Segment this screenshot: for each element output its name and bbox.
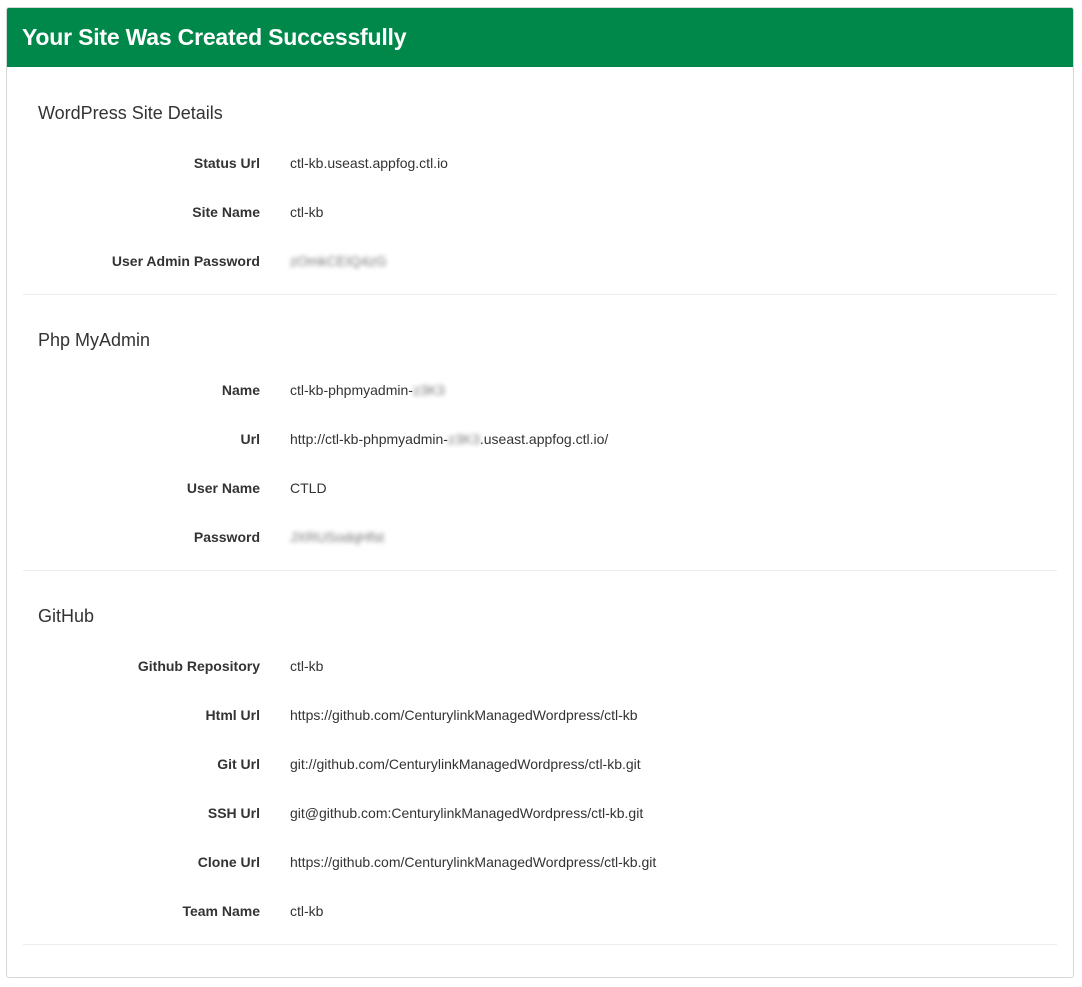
detail-label: Url [240, 430, 260, 447]
detail-row-user-name: User Name CTLD [23, 463, 1057, 512]
value-prefix: http://ctl-kb-phpmyadmin- [290, 430, 448, 447]
page-title: Your Site Was Created Successfully [22, 24, 407, 50]
detail-label: Status Url [193, 154, 260, 171]
detail-row-status-url: Status Url ctl-kb.useast.appfog.ctl.io [23, 138, 1057, 187]
detail-label: Clone Url [197, 853, 260, 870]
detail-row-password: Password JXRUSodqHfst [23, 512, 1057, 561]
value-prefix: ctl-kb-phpmyadmin- [290, 381, 413, 398]
clone-url-value: https://github.com/CenturylinkManagedWor… [290, 853, 657, 870]
detail-label: User Name [186, 479, 260, 496]
section-title: GitHub [38, 606, 95, 626]
phpmyadmin-section: Php MyAdmin Name ctl-kb-phpmyadmin-z3K3 … [23, 295, 1057, 571]
detail-row-ssh-url: SSH Url git@github.com:CenturylinkManage… [23, 788, 1057, 837]
detail-label: Name [221, 381, 260, 398]
github-repository-value: ctl-kb [290, 657, 324, 674]
phpmyadmin-url-value: http://ctl-kb-phpmyadmin-z3K3.useast.app… [290, 431, 608, 447]
ssh-url-value: git@github.com:CenturylinkManagedWordpre… [290, 804, 644, 821]
html-url-value: https://github.com/CenturylinkManagedWor… [290, 706, 638, 723]
value-suffix: .useast.appfog.ctl.io/ [479, 430, 609, 447]
redacted-text: z3K3 [447, 430, 480, 447]
detail-row-phpmyadmin-name: Name ctl-kb-phpmyadmin-z3K3 [23, 365, 1057, 414]
panel-body: WordPress Site Details Status Url ctl-kb… [7, 67, 1073, 945]
detail-row-git-url: Git Url git://github.com/CenturylinkMana… [23, 739, 1057, 788]
detail-row-html-url: Html Url https://github.com/CenturylinkM… [23, 690, 1057, 739]
github-section: GitHub Github Repository ctl-kb Html Url… [23, 571, 1057, 945]
detail-label: Github Repository [137, 657, 260, 674]
detail-label: Password [193, 528, 260, 545]
git-url-value: git://github.com/CenturylinkManagedWordp… [290, 755, 641, 772]
phpmyadmin-name-value: ctl-kb-phpmyadmin-z3K3 [290, 382, 445, 398]
section-title: Php MyAdmin [38, 330, 151, 350]
detail-label: Git Url [217, 755, 260, 772]
panel-header: Your Site Was Created Successfully [7, 8, 1073, 67]
detail-label: Team Name [182, 902, 260, 919]
status-url-value: ctl-kb.useast.appfog.ctl.io [290, 154, 448, 171]
redacted-text: z3K3 [412, 381, 445, 398]
detail-label: SSH Url [207, 804, 260, 821]
detail-row-site-name: Site Name ctl-kb [23, 187, 1057, 236]
detail-row-clone-url: Clone Url https://github.com/Centurylink… [23, 837, 1057, 886]
password-value: JXRUSodqHfst [290, 528, 385, 545]
detail-row-phpmyadmin-url: Url http://ctl-kb-phpmyadmin-z3K3.useast… [23, 414, 1057, 463]
success-panel: Your Site Was Created Successfully WordP… [6, 7, 1074, 978]
detail-label: Site Name [192, 203, 260, 220]
section-title: WordPress Site Details [38, 103, 223, 123]
detail-label: User Admin Password [111, 252, 260, 269]
team-name-value: ctl-kb [290, 902, 324, 919]
detail-row-github-repository: Github Repository ctl-kb [23, 641, 1057, 690]
detail-row-team-name: Team Name ctl-kb [23, 886, 1057, 935]
wordpress-site-details-section: WordPress Site Details Status Url ctl-kb… [23, 67, 1057, 295]
site-name-value: ctl-kb [290, 203, 324, 220]
user-name-value: CTLD [290, 479, 327, 496]
detail-row-admin-password: User Admin Password zOmkCEIQ4zG [23, 236, 1057, 285]
detail-label: Html Url [205, 706, 260, 723]
admin-password-value: zOmkCEIQ4zG [290, 252, 387, 269]
